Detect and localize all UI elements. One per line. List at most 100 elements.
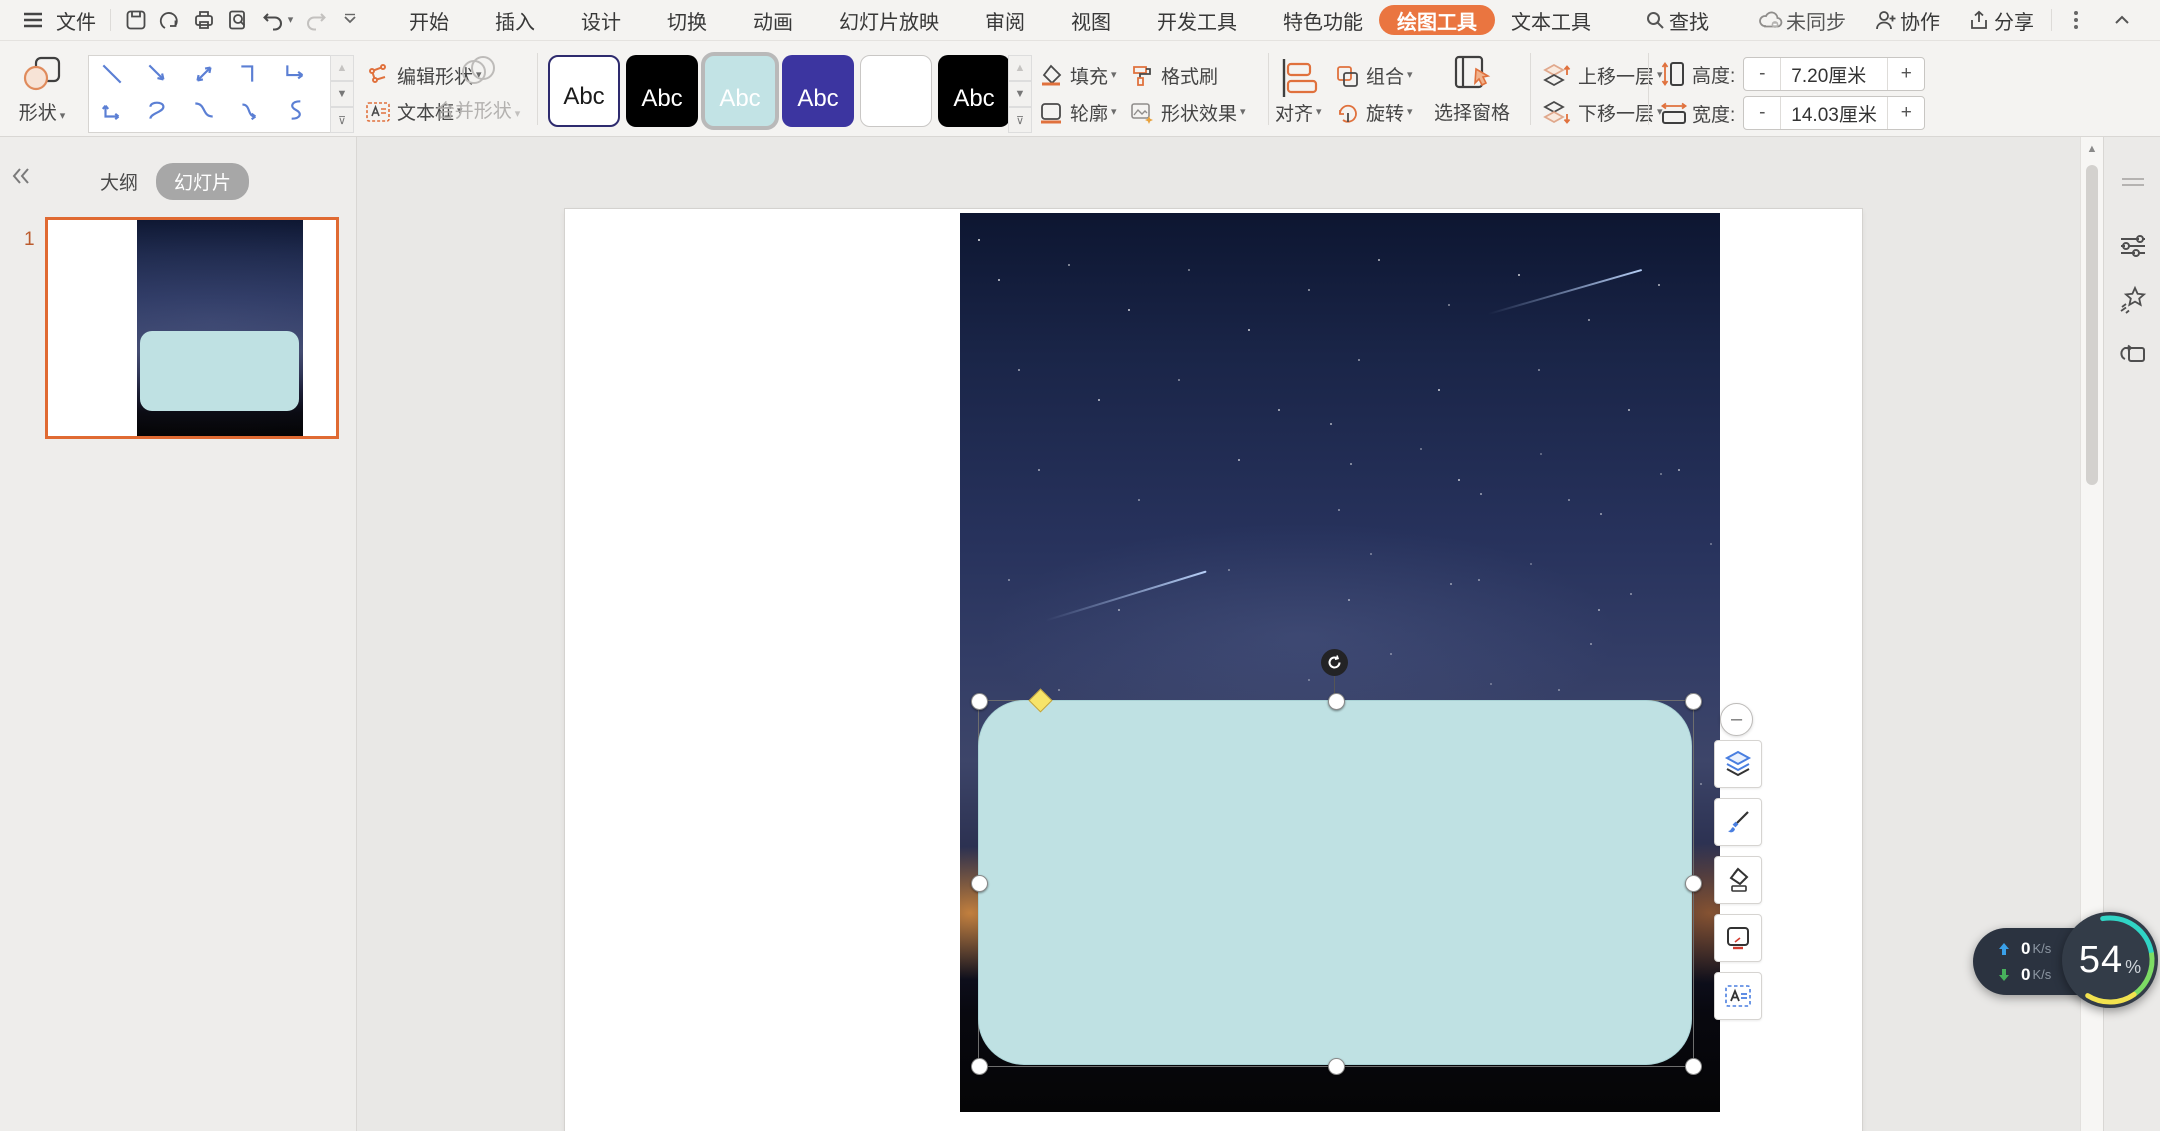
tab-slides[interactable]: 幻灯片 <box>156 163 249 200</box>
selected-rounded-rectangle[interactable] <box>978 700 1692 1065</box>
fill-button[interactable]: 填充▾ <box>1038 62 1117 89</box>
curve-shape-icon[interactable] <box>135 92 181 128</box>
style-scroll-down-icon[interactable]: ▼ <box>1008 81 1032 107</box>
scrollbar-thumb[interactable] <box>2086 165 2098 485</box>
panel-drag-handle-icon[interactable] <box>2104 159 2160 205</box>
menu-developer[interactable]: 开发工具 <box>1151 0 1243 40</box>
sync-label: 未同步 <box>1784 0 1852 40</box>
resize-handle-top-right[interactable] <box>1685 693 1702 710</box>
share-label: 分享 <box>1992 0 2040 40</box>
resize-handle-bottom-center[interactable] <box>1328 1058 1345 1075</box>
resize-handle-bottom-right[interactable] <box>1685 1058 1702 1075</box>
collapse-quick-toolbar-button[interactable]: – <box>1720 703 1753 736</box>
scroll-up-icon[interactable]: ▲ <box>2081 137 2103 161</box>
elbow-connector-icon[interactable] <box>227 56 273 92</box>
zoom-indicator-widget[interactable]: 54 % <box>2062 912 2158 1008</box>
outline-button[interactable]: 轮廓▾ <box>1038 99 1117 126</box>
fill-color-button[interactable] <box>1714 856 1762 904</box>
layer-options-button[interactable] <box>1714 740 1762 788</box>
menu-slideshow[interactable]: 幻灯片放映 <box>833 0 945 40</box>
search-button[interactable]: 查找 <box>1645 0 1715 40</box>
print-preview-icon[interactable] <box>221 3 255 37</box>
file-menu[interactable]: 文件 <box>50 0 102 40</box>
style-preset-6[interactable]: Abc <box>938 55 1010 127</box>
height-decrease-button[interactable]: - <box>1744 58 1780 90</box>
width-value[interactable]: 14.03厘米 <box>1780 97 1888 129</box>
height-increase-button[interactable]: + <box>1888 58 1924 90</box>
title-menu-bar: 文件 ▾ 开始 插入 设计 切换 动画 幻灯片放映 审阅 视图 开发工具 特色功… <box>0 0 2160 41</box>
collapse-panel-icon[interactable] <box>10 165 32 187</box>
hamburger-icon[interactable] <box>22 9 44 31</box>
elbow-double-arrow-icon[interactable] <box>89 92 135 128</box>
s-curve-shape-icon[interactable] <box>273 92 319 128</box>
resize-handle-middle-left[interactable] <box>971 875 988 892</box>
slide-canvas[interactable]: – <box>357 137 2080 1131</box>
tab-text-tools[interactable]: 文本工具 <box>1505 0 1597 40</box>
print-icon[interactable] <box>187 3 221 37</box>
rotate-handle[interactable] <box>1321 649 1348 676</box>
elbow-arrow-connector-icon[interactable] <box>273 56 319 92</box>
menu-special-features[interactable]: 特色功能 <box>1277 0 1369 40</box>
style-scroll-up-icon[interactable]: ▲ <box>1008 55 1032 81</box>
rotate-button[interactable]: 旋转▾ <box>1334 99 1413 126</box>
save-icon[interactable] <box>119 3 153 37</box>
effects-star-icon[interactable] <box>2104 277 2160 323</box>
shapes-button[interactable]: 形状▾ <box>10 47 74 131</box>
collaborate-button[interactable]: 协作 <box>1874 0 1946 40</box>
style-preset-4[interactable]: Abc <box>782 55 854 127</box>
slide-page[interactable] <box>565 209 1862 1131</box>
style-preset-5[interactable] <box>860 55 932 127</box>
undo-dropdown-caret[interactable]: ▾ <box>288 15 294 26</box>
menu-transitions[interactable]: 切换 <box>661 0 713 40</box>
customize-quickbar-icon[interactable] <box>333 3 367 37</box>
selection-pane-button[interactable]: 选择窗格 <box>1422 53 1522 125</box>
group-button[interactable]: 组合▾ <box>1334 62 1413 89</box>
format-painter-button[interactable]: 格式刷 <box>1129 62 1218 89</box>
more-options-icon[interactable] <box>2066 8 2086 32</box>
resize-handle-top-left[interactable] <box>971 693 988 710</box>
menu-home[interactable]: 开始 <box>403 0 455 40</box>
gallery-scroll-up-icon[interactable]: ▲ <box>330 55 354 81</box>
slide-thumbnail[interactable] <box>45 217 339 439</box>
style-preset-3-selected[interactable]: Abc <box>704 55 776 127</box>
style-preset-2[interactable]: Abc <box>626 55 698 127</box>
transition-icon[interactable] <box>2104 331 2160 377</box>
object-properties-icon[interactable] <box>2104 223 2160 269</box>
style-preset-1[interactable]: Abc <box>548 55 620 127</box>
arrow-shape-icon[interactable] <box>135 56 181 92</box>
outline-style-button[interactable] <box>1714 914 1762 962</box>
line-shape-icon[interactable] <box>89 56 135 92</box>
resize-handle-bottom-left[interactable] <box>971 1058 988 1075</box>
style-brush-button[interactable] <box>1714 798 1762 846</box>
tab-outline[interactable]: 大纲 <box>100 168 138 195</box>
share-button[interactable]: 分享 <box>1968 0 2040 40</box>
height-value[interactable]: 7.20厘米 <box>1780 58 1888 90</box>
width-increase-button[interactable]: + <box>1888 97 1924 129</box>
undo-icon[interactable]: ▾ <box>255 3 299 37</box>
collapse-ribbon-icon[interactable] <box>2112 10 2132 30</box>
resize-handle-top-center[interactable] <box>1328 693 1345 710</box>
edit-shape-icon <box>365 63 391 89</box>
shape-effects-button[interactable]: 形状效果▾ <box>1129 99 1246 126</box>
tab-drawing-tools[interactable]: 绘图工具 <box>1379 5 1495 35</box>
gallery-more-icon[interactable]: ⊽ <box>330 107 354 133</box>
text-style-button[interactable] <box>1714 972 1762 1020</box>
send-backward-button[interactable]: 下移一层▾ <box>1542 99 1663 126</box>
menu-view[interactable]: 视图 <box>1065 0 1117 40</box>
export-pdf-icon[interactable] <box>153 3 187 37</box>
menu-review[interactable]: 审阅 <box>979 0 1031 40</box>
resize-handle-middle-right[interactable] <box>1685 875 1702 892</box>
gallery-scroll-down-icon[interactable]: ▼ <box>330 81 354 107</box>
width-label: 宽度: <box>1692 100 1735 127</box>
menu-insert[interactable]: 插入 <box>489 0 541 40</box>
sync-status[interactable]: 未同步 <box>1758 0 1852 40</box>
curved-arrow-connector-icon[interactable] <box>227 92 273 128</box>
bring-forward-button[interactable]: 上移一层▾ <box>1542 62 1663 89</box>
menu-design[interactable]: 设计 <box>575 0 627 40</box>
double-arrow-shape-icon[interactable] <box>181 56 227 92</box>
menu-animation[interactable]: 动画 <box>747 0 799 40</box>
width-decrease-button[interactable]: - <box>1744 97 1780 129</box>
curved-connector-icon[interactable] <box>181 92 227 128</box>
style-more-icon[interactable]: ⊽ <box>1008 107 1032 133</box>
align-button[interactable]: 对齐▾ <box>1275 99 1322 126</box>
